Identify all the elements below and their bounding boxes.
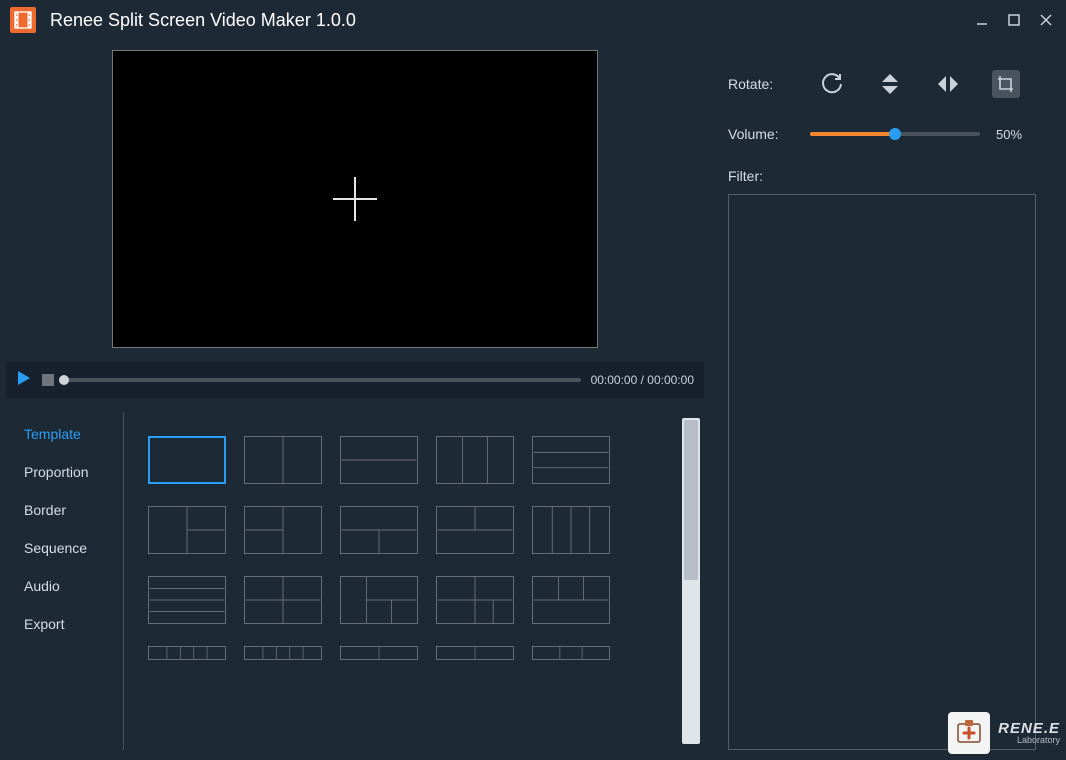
brand-badge-icon (948, 712, 990, 754)
template-l-split-right[interactable] (148, 506, 226, 554)
filter-label: Filter: (728, 168, 1036, 184)
template-t-top[interactable] (340, 506, 418, 554)
stop-button[interactable] (42, 374, 54, 386)
volume-fill (810, 132, 895, 136)
template-5b[interactable] (244, 646, 322, 660)
app-icon (10, 7, 36, 33)
tab-list: Template Proportion Border Sequence Audi… (6, 412, 124, 750)
flip-horizontal-button[interactable] (934, 70, 962, 98)
titlebar: Renee Split Screen Video Maker 1.0.0 (0, 0, 1066, 40)
template-mix-a[interactable] (340, 576, 418, 624)
volume-knob[interactable] (889, 128, 901, 140)
rotate-cw-button[interactable] (818, 70, 846, 98)
template-l-split-left[interactable] (244, 506, 322, 554)
app-title: Renee Split Screen Video Maker 1.0.0 (50, 10, 356, 31)
template-mix-c[interactable] (532, 576, 610, 624)
template-4rows[interactable] (148, 576, 226, 624)
volume-slider[interactable] (810, 132, 980, 136)
brand-sub: Laboratory (998, 736, 1060, 745)
template-5c[interactable] (340, 646, 418, 660)
video-preview[interactable] (112, 50, 598, 348)
rotate-label: Rotate: (728, 76, 798, 92)
maximize-button[interactable] (1004, 10, 1024, 30)
tab-audio[interactable]: Audio (6, 570, 123, 602)
crop-button[interactable] (992, 70, 1020, 98)
template-3rows[interactable] (532, 436, 610, 484)
template-4cols[interactable] (532, 506, 610, 554)
seek-knob[interactable] (59, 375, 69, 385)
template-mix-b[interactable] (436, 576, 514, 624)
template-5d[interactable] (436, 646, 514, 660)
template-2x2[interactable] (244, 576, 322, 624)
volume-label: Volume: (728, 126, 798, 142)
template-grid (148, 436, 674, 660)
playback-bar: 00:00:00 / 00:00:00 (6, 362, 704, 398)
play-button[interactable] (16, 370, 32, 391)
rotate-row: Rotate: (728, 70, 1036, 98)
template-scrollbar[interactable] (682, 418, 700, 744)
template-5e[interactable] (532, 646, 610, 660)
minimize-button[interactable] (972, 10, 992, 30)
template-5a[interactable] (148, 646, 226, 660)
close-button[interactable] (1036, 10, 1056, 30)
template-1x1[interactable] (148, 436, 226, 484)
template-3cols[interactable] (436, 436, 514, 484)
add-video-icon (331, 175, 379, 223)
tab-export[interactable]: Export (6, 608, 123, 640)
template-2cols[interactable] (244, 436, 322, 484)
template-t-bottom[interactable] (436, 506, 514, 554)
tab-sequence[interactable]: Sequence (6, 532, 123, 564)
flip-vertical-button[interactable] (876, 70, 904, 98)
volume-row: Volume: 50% (728, 126, 1036, 142)
template-2rows[interactable] (340, 436, 418, 484)
brand-name: RENE.E (998, 721, 1060, 736)
scrollbar-thumb[interactable] (684, 420, 698, 580)
timecode: 00:00:00 / 00:00:00 (591, 373, 694, 387)
filter-list[interactable] (728, 194, 1036, 750)
seek-slider[interactable] (64, 378, 581, 382)
tab-proportion[interactable]: Proportion (6, 456, 123, 488)
brand-logo: RENE.E Laboratory (948, 712, 1060, 754)
volume-value: 50% (996, 127, 1036, 142)
tab-border[interactable]: Border (6, 494, 123, 526)
tab-template[interactable]: Template (6, 418, 123, 450)
